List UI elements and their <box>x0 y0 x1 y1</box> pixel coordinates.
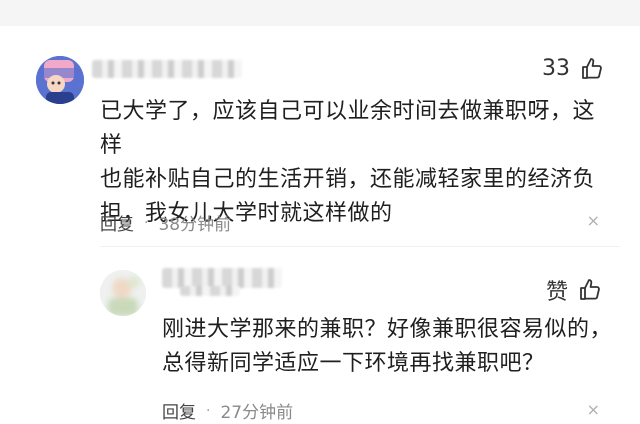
close-icon[interactable]: × <box>587 211 600 230</box>
reply-like-button[interactable]: 赞 <box>546 274 602 306</box>
divider <box>100 246 620 247</box>
replier-avatar[interactable] <box>100 270 146 316</box>
close-icon[interactable]: × <box>587 400 600 419</box>
commenter-avatar[interactable] <box>36 56 84 104</box>
comment-meta: 回复 · 38分钟前 <box>100 210 232 236</box>
meta-separator: · <box>206 402 211 419</box>
comment-reply-button[interactable]: 回复 <box>100 210 134 235</box>
comment-like-button[interactable]: 33 <box>542 56 604 81</box>
comment-line: 已大学了，应该自己可以业余时间去做兼职呀，这样 <box>100 99 596 158</box>
reply-line: 刚进大学那来的兼职？好像兼职很容易似的， <box>162 317 613 342</box>
blurred-avatar-icon <box>100 270 146 316</box>
cartoon-avatar-icon <box>36 56 84 104</box>
thumbs-up-icon <box>578 278 602 302</box>
replier-name-blurred <box>162 268 282 288</box>
reply-line: 总得新同学适应一下环境再找兼职吧？ <box>162 351 545 376</box>
thumbs-up-icon <box>580 57 604 81</box>
replier-name-blurred-2 <box>180 286 240 296</box>
top-strip <box>0 0 640 26</box>
reply-reply-button[interactable]: 回复 <box>162 398 196 423</box>
reply-timestamp: 27分钟前 <box>220 403 294 423</box>
comment-like-count: 33 <box>542 56 570 81</box>
commenter-name-blurred <box>92 60 242 78</box>
meta-separator: · <box>144 214 149 231</box>
reply-body: 刚进大学那来的兼职？好像兼职很容易似的， 总得新同学适应一下环境再找兼职吧？ <box>162 313 612 381</box>
reply-like-label: 赞 <box>545 280 568 305</box>
comment-timestamp: 38分钟前 <box>158 215 232 235</box>
reply-meta: 回复 · 27分钟前 <box>162 398 294 424</box>
comment-line: 也能补贴自己的生活开销，还能减轻家里的经济负 <box>100 167 596 192</box>
